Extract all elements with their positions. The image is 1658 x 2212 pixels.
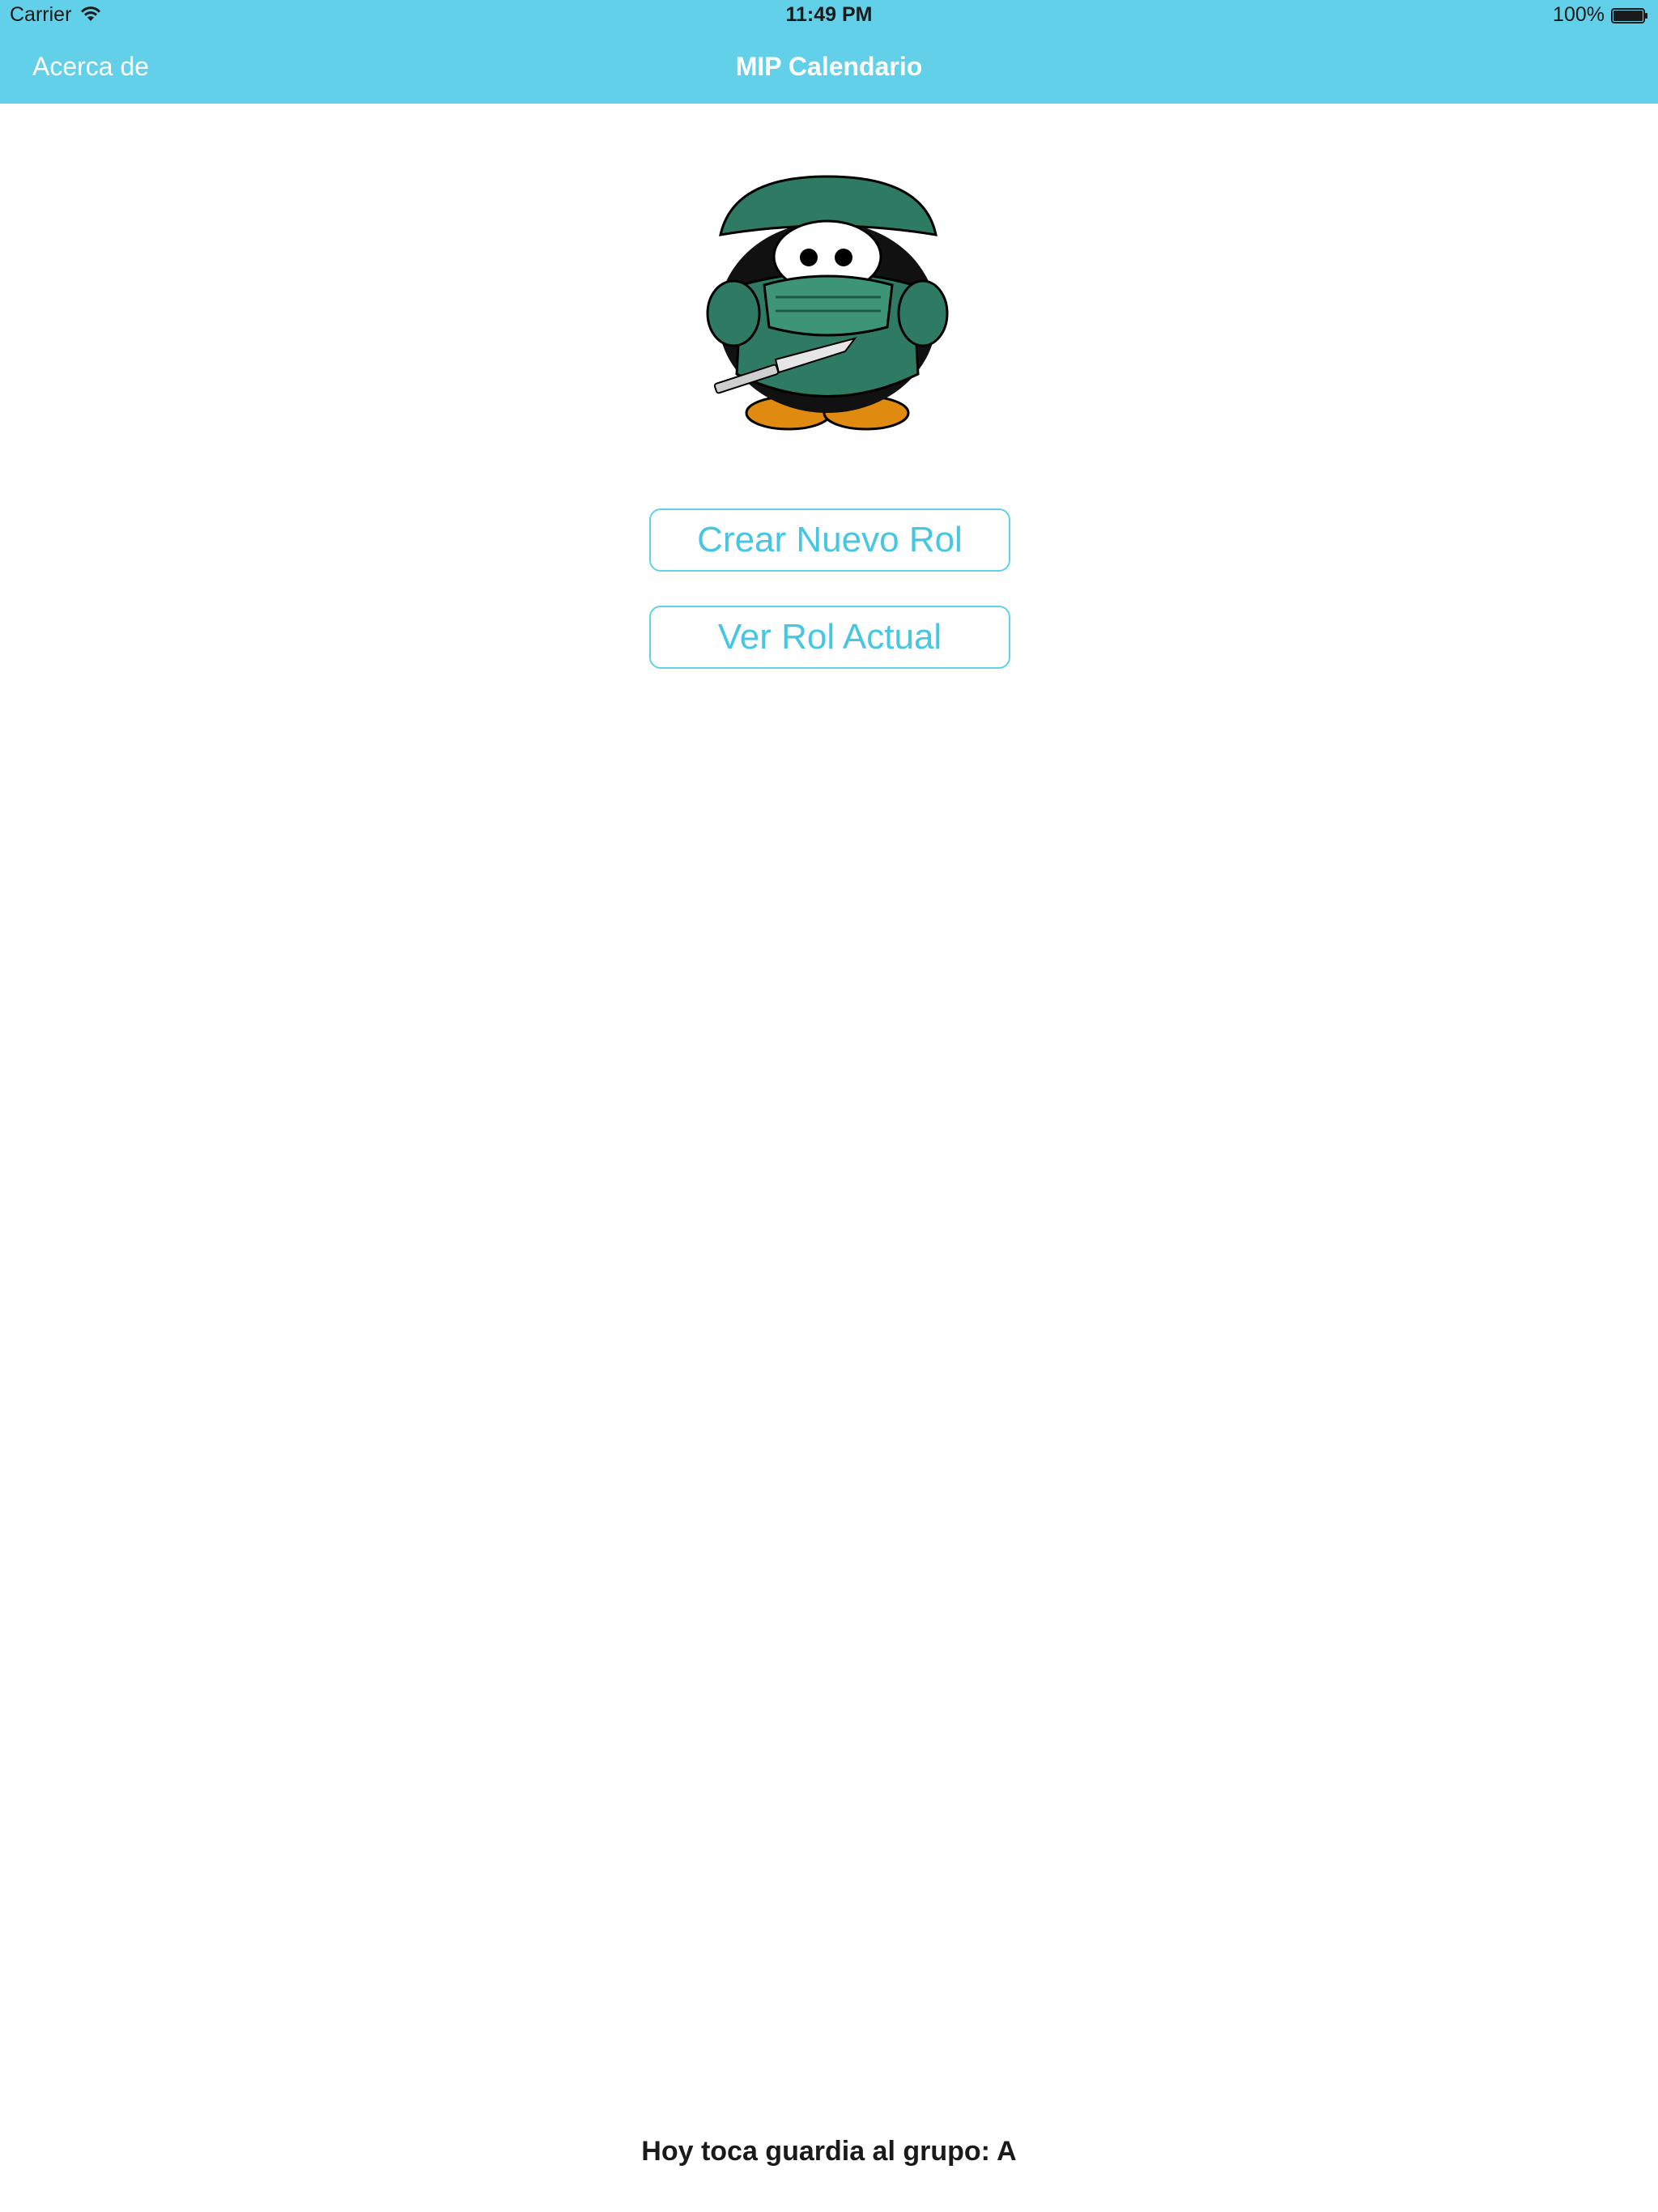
status-bar: Carrier 11:49 PM 100% [0, 0, 1658, 32]
duty-group-label: Hoy toca guardia al grupo: A [641, 2136, 1017, 2167]
view-current-role-button[interactable]: Ver Rol Actual [649, 606, 1010, 669]
penguin-surgeon-icon [706, 175, 949, 431]
page-title: MIP Calendario [735, 52, 923, 81]
battery-icon [1611, 8, 1647, 23]
navigation-bar: Acerca de MIP Calendario [0, 32, 1658, 104]
battery-percentage: 100% [1553, 3, 1605, 26]
top-bar: Carrier 11:49 PM 100% Acerca de MIP Cale… [0, 0, 1658, 104]
create-new-role-button[interactable]: Crear Nuevo Rol [649, 508, 1010, 572]
status-time: 11:49 PM [785, 3, 873, 26]
